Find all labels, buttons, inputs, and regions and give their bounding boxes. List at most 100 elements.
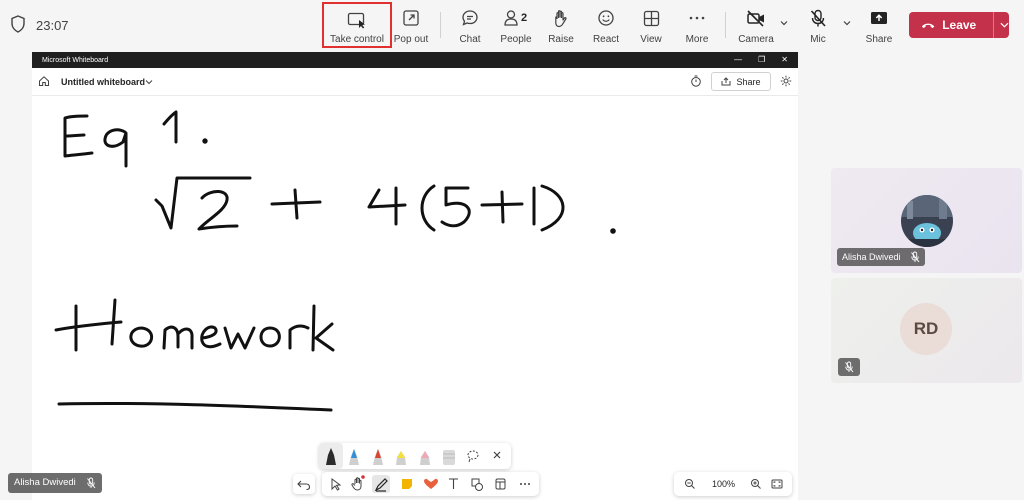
self-name-badge: Alisha Dwivedi <box>8 473 102 493</box>
zoom-level: 100% <box>712 479 736 489</box>
camera-button[interactable]: Camera <box>738 6 774 46</box>
raise-label: Raise <box>548 34 574 45</box>
whiteboard-tools <box>322 472 539 496</box>
people-count: 2 <box>521 12 528 24</box>
participant-tile[interactable]: RD <box>831 278 1022 383</box>
restore-icon[interactable]: ❐ <box>758 55 765 64</box>
zoom-controls: 100% <box>674 472 792 496</box>
timer-icon[interactable] <box>690 75 702 87</box>
chat-button[interactable]: Chat <box>455 6 485 46</box>
hand-pan-icon[interactable] <box>351 475 365 491</box>
leave-button[interactable]: Leave <box>909 12 1009 38</box>
lasso-icon[interactable] <box>467 450 479 463</box>
meeting-toolbar: 23:07 Take control Pop out Chat 2 People… <box>0 0 1024 50</box>
undo-button[interactable] <box>293 474 315 494</box>
take-control-button[interactable]: Take control <box>322 2 392 48</box>
divider <box>725 12 726 38</box>
raise-hand-button[interactable]: Raise <box>546 6 576 46</box>
mic-off-icon <box>845 361 854 373</box>
whiteboard-titlebar: Microsoft Whiteboard — ❐ ✕ <box>32 52 798 68</box>
gear-icon[interactable] <box>780 75 792 87</box>
mic-button[interactable]: Mic <box>804 6 832 46</box>
blue-pen-icon[interactable] <box>349 449 359 465</box>
smiley-icon <box>595 8 617 28</box>
camera-off-icon <box>745 8 767 28</box>
divider <box>993 12 995 38</box>
grid-icon <box>640 8 662 28</box>
handwriting-eq1 <box>63 110 208 168</box>
pen-tray <box>319 443 511 469</box>
whiteboard-header: Untitled whiteboard Share <box>32 68 798 96</box>
minimize-icon[interactable]: — <box>734 55 742 64</box>
mic-off-icon <box>910 251 919 263</box>
screen-cursor-icon <box>346 10 368 30</box>
more-label: More <box>685 34 709 45</box>
sticky-note-icon[interactable] <box>402 479 412 489</box>
handwriting-homework <box>54 298 335 412</box>
whiteboard-title[interactable]: Untitled whiteboard <box>61 77 145 87</box>
self-name: Alisha Dwivedi <box>14 477 76 488</box>
divider <box>440 12 441 38</box>
close-icon[interactable]: ✕ <box>781 55 788 64</box>
avatar: RD <box>900 303 952 355</box>
pop-out-icon <box>400 8 422 28</box>
whiteboard-window: Microsoft Whiteboard — ❐ ✕ Untitled whit… <box>32 52 798 500</box>
highlighter-icon[interactable] <box>396 451 406 465</box>
pop-out-label: Pop out <box>393 34 429 45</box>
shapes-icon[interactable] <box>471 478 483 491</box>
select-pointer-icon[interactable] <box>331 478 342 491</box>
share-tray-icon <box>868 8 890 28</box>
home-icon[interactable] <box>38 75 50 87</box>
chat-bubble-icon <box>459 8 481 28</box>
people-label: People <box>500 34 532 45</box>
mic-off-icon <box>807 8 829 28</box>
camera-options-chevron-icon[interactable] <box>780 19 788 27</box>
fit-to-screen-icon[interactable] <box>771 479 783 489</box>
close-icon[interactable] <box>493 451 501 459</box>
phone-hangup-icon <box>921 23 935 29</box>
red-pen-icon[interactable] <box>373 449 383 465</box>
handwriting-equation <box>154 176 616 234</box>
hand-icon <box>550 8 572 28</box>
eraser-icon[interactable] <box>443 450 455 465</box>
meeting-timer: 23:07 <box>36 18 69 33</box>
heart-reaction-icon[interactable] <box>424 478 438 489</box>
shield-icon <box>11 15 25 33</box>
more-dots-icon[interactable] <box>520 483 530 485</box>
whiteboard-share-button[interactable]: Share <box>711 72 771 91</box>
participant-name: Alisha Dwivedi <box>842 252 901 262</box>
templates-icon[interactable] <box>495 478 506 490</box>
view-button[interactable]: View <box>637 6 665 46</box>
mic-options-chevron-icon[interactable] <box>843 19 851 27</box>
zoom-in-icon[interactable] <box>750 478 762 490</box>
leave-label: Leave <box>942 18 977 32</box>
camera-label: Camera <box>738 34 774 45</box>
pop-out-button[interactable]: Pop out <box>393 6 429 46</box>
participant-mic-badge <box>838 358 860 376</box>
undo-icon <box>297 480 311 491</box>
whiteboard-app-title: Microsoft Whiteboard <box>42 56 109 64</box>
whiteboard-canvas[interactable] <box>32 96 798 500</box>
people-button[interactable]: 2 People <box>499 6 533 46</box>
chevron-down-icon[interactable] <box>145 79 153 85</box>
share-icon <box>721 77 731 86</box>
share-button[interactable]: Share <box>864 6 894 46</box>
zoom-out-icon[interactable] <box>684 478 696 490</box>
chat-label: Chat <box>459 34 481 45</box>
more-button[interactable]: More <box>682 6 712 46</box>
avatar <box>901 195 953 247</box>
mic-label: Mic <box>810 34 826 45</box>
mic-off-icon <box>86 477 96 489</box>
react-button[interactable]: React <box>591 6 621 46</box>
whiteboard-share-label: Share <box>736 76 761 87</box>
people-icon: 2 <box>499 8 533 28</box>
share-label: Share <box>865 34 893 45</box>
react-label: React <box>592 34 620 45</box>
participant-name-badge: Alisha Dwivedi <box>837 248 925 266</box>
participant-tile[interactable]: Alisha Dwivedi <box>831 168 1022 273</box>
more-dots-icon <box>686 8 708 28</box>
pink-highlighter-icon[interactable] <box>420 451 430 465</box>
text-tool-icon[interactable] <box>449 478 458 489</box>
leave-options-chevron-icon[interactable] <box>1000 21 1009 29</box>
avatar-initials: RD <box>913 319 939 338</box>
